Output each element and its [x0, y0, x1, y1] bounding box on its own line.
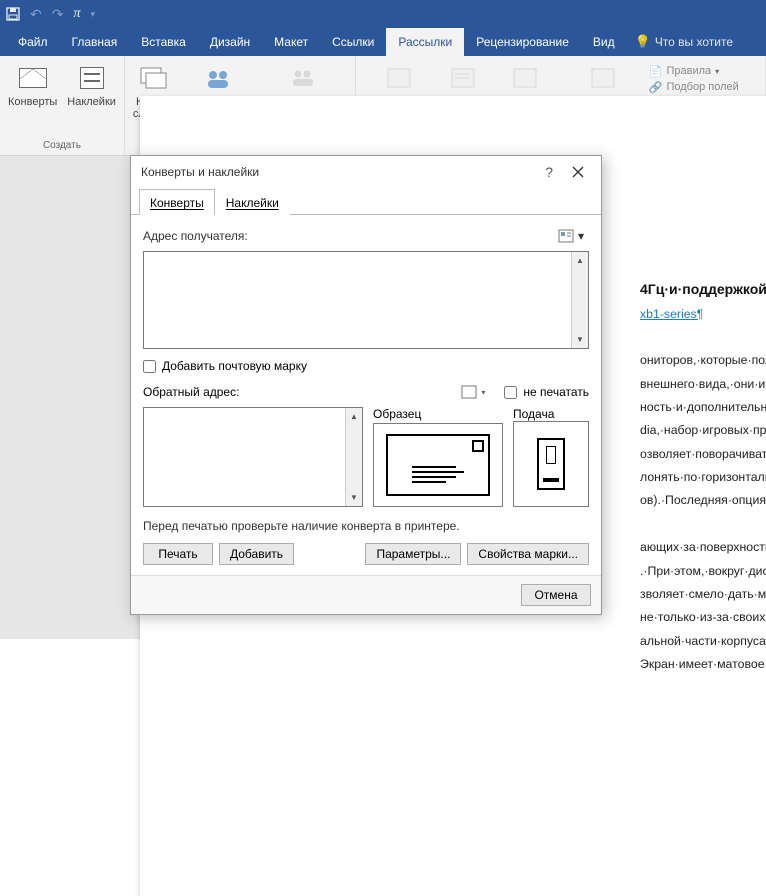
recipient-address-field: ▲ ▼: [143, 251, 589, 349]
tab-labels[interactable]: Наклейки: [215, 189, 290, 215]
dialog-tabs: Конверты Наклейки: [131, 188, 601, 215]
help-button[interactable]: ?: [535, 160, 563, 184]
address-book-icon: [558, 228, 576, 244]
doc-text: зволяет·смело·дать·моде: [640, 583, 766, 606]
rules-icon: 📄: [648, 64, 662, 78]
mail-merge-icon: [138, 62, 170, 94]
recipient-address-input[interactable]: [144, 252, 571, 348]
printer-note: Перед печатью проверьте наличие конверта…: [143, 519, 589, 533]
ribbon-group-create: Конверты Наклейки Создать: [0, 56, 125, 155]
doc-text: [640, 513, 766, 536]
tab-insert[interactable]: Вставка: [129, 28, 198, 56]
group-label: Создать: [6, 140, 118, 153]
envelopes-labels-dialog: Конверты и наклейки ? Конверты Наклейки …: [130, 155, 602, 615]
rules-button: 📄Правила▾: [648, 64, 742, 78]
scroll-up-icon[interactable]: ▲: [346, 408, 362, 425]
doc-text: Экран·имеет·матовое·покрытий,·как·и·сам·…: [640, 653, 766, 676]
scroll-up-icon[interactable]: ▲: [572, 252, 588, 269]
tab-review[interactable]: Рецензирование: [464, 28, 581, 56]
insert-field-icon: [587, 62, 619, 94]
tab-references[interactable]: Ссылки: [320, 28, 386, 56]
add-to-document-button[interactable]: Добавить: [219, 543, 294, 565]
doc-text: озволяет·поворачивать·мо: [640, 443, 766, 466]
scroll-down-icon[interactable]: ▼: [346, 489, 362, 506]
doc-text: внешнего·вида,·они·имею: [640, 373, 766, 396]
sample-label: Образец: [373, 407, 503, 421]
tab-view[interactable]: Вид: [581, 28, 627, 56]
close-button[interactable]: [563, 160, 593, 184]
match-icon: 🔗: [648, 80, 662, 94]
doc-text: [640, 326, 766, 349]
stamp-properties-button[interactable]: Свойства марки...: [467, 543, 589, 565]
doc-text: не·только·из-за·своих·вне: [640, 606, 766, 629]
doc-text: ов).·Последняя·опция·ско: [640, 489, 766, 512]
envelope-sample-icon: [386, 434, 490, 496]
tab-home[interactable]: Главная: [60, 28, 130, 56]
doc-text: ониторов,·которые·получ: [640, 349, 766, 372]
doc-text: ающих·за·поверхность·э: [640, 536, 766, 559]
labels-icon: [76, 62, 108, 94]
feed-orientation-icon: [537, 438, 565, 490]
greeting-icon: [509, 62, 541, 94]
tab-design[interactable]: Дизайн: [198, 28, 262, 56]
tab-envelopes[interactable]: Конверты: [139, 189, 215, 215]
feed-preview[interactable]: [513, 421, 589, 507]
doc-hyperlink[interactable]: xb1-series¶: [640, 307, 703, 321]
scrollbar[interactable]: ▲ ▼: [571, 252, 588, 348]
quick-access-toolbar: ↶ ↷ π ▾: [0, 0, 766, 28]
address-book-icon: [461, 384, 479, 400]
edit-list-icon: [287, 62, 319, 94]
scroll-down-icon[interactable]: ▼: [572, 331, 588, 348]
labels-button[interactable]: Наклейки: [65, 60, 118, 108]
save-icon[interactable]: [6, 7, 20, 21]
envelope-preview[interactable]: [373, 423, 503, 507]
redo-icon[interactable]: ↷: [52, 6, 64, 23]
close-icon: [572, 166, 584, 178]
tell-me-label: Что вы хотите: [655, 35, 733, 49]
doc-heading: 4Гц·и·поддержкой·G-Syn: [640, 276, 766, 303]
doc-text: dia,·набор·игровых·пресет: [640, 419, 766, 442]
doc-text: альной·части·корпуса·—·порядк: [640, 630, 766, 653]
scrollbar[interactable]: ▲ ▼: [345, 408, 362, 506]
ribbon-tabs: Файл Главная Вставка Дизайн Макет Ссылки…: [0, 28, 766, 56]
doc-text: ность·и·дополнительные·: [640, 396, 766, 419]
options-button[interactable]: Параметры...: [365, 543, 461, 565]
tab-layout[interactable]: Макет: [262, 28, 320, 56]
lightbulb-icon: 💡: [635, 34, 651, 50]
return-address-label: Обратный адрес:: [143, 385, 239, 399]
tab-file[interactable]: Файл: [6, 28, 60, 56]
address-book-button[interactable]: ▾: [553, 225, 589, 247]
address-block-icon: [447, 62, 479, 94]
return-address-book-button[interactable]: ▾: [456, 381, 490, 403]
return-address-input[interactable]: [144, 408, 345, 506]
match-fields-button: 🔗Подбор полей: [648, 80, 742, 94]
envelope-icon: [17, 62, 49, 94]
cancel-button[interactable]: Отмена: [521, 584, 591, 606]
customize-qat-icon[interactable]: ▾: [90, 9, 95, 20]
highlight-icon: [383, 62, 415, 94]
pi-icon[interactable]: π: [73, 6, 80, 22]
tell-me-search[interactable]: 💡 Что вы хотите: [627, 28, 741, 56]
doc-text: лонять·по·горизонтальной: [640, 466, 766, 489]
tab-mailings[interactable]: Рассылки: [386, 28, 464, 56]
dialog-titlebar[interactable]: Конверты и наклейки ?: [131, 156, 601, 188]
no-print-checkbox[interactable]: не печатать: [504, 385, 589, 399]
recipient-address-label: Адрес получателя:: [143, 229, 248, 243]
doc-text: .·При·этом,·вокруг·диспле: [640, 560, 766, 583]
print-button[interactable]: Печать: [143, 543, 213, 565]
add-postage-checkbox[interactable]: Добавить почтовую марку: [143, 359, 589, 373]
return-address-field: ▲ ▼: [143, 407, 363, 507]
add-postage-input[interactable]: [143, 360, 156, 373]
undo-icon[interactable]: ↶: [30, 6, 42, 23]
envelopes-button[interactable]: Конверты: [6, 60, 59, 108]
recipients-icon: [202, 62, 234, 94]
no-print-input[interactable]: [504, 386, 517, 399]
dialog-title: Конверты и наклейки: [141, 165, 259, 179]
feed-label: Подача: [513, 407, 589, 421]
